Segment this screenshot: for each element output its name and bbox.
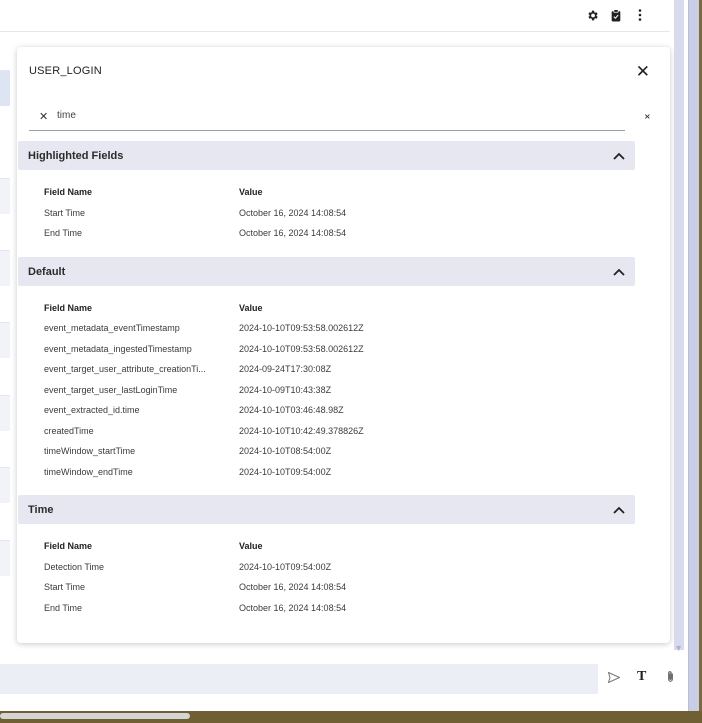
column-header-value: Value bbox=[239, 541, 263, 551]
value-cell: 2024-10-10T08:54:00Z bbox=[239, 446, 332, 456]
value-cell: October 16, 2024 14:08:54 bbox=[239, 582, 347, 592]
top-toolbar bbox=[0, 0, 670, 32]
text-format-icon[interactable]: T bbox=[637, 669, 646, 685]
chevron-up-icon[interactable] bbox=[613, 265, 625, 279]
send-icon[interactable] bbox=[607, 670, 621, 686]
value-cell: 2024-09-24T17:30:08Z bbox=[239, 364, 332, 374]
message-input[interactable] bbox=[0, 664, 598, 694]
list-item[interactable] bbox=[0, 322, 10, 358]
window-frame-right bbox=[688, 0, 702, 723]
field-name-cell: Start Time bbox=[44, 582, 86, 592]
vertical-scrollbar[interactable] bbox=[674, 0, 684, 650]
field-name-cell: event_extracted_id.time bbox=[44, 405, 140, 415]
value-cell: 2024-10-10T09:54:00Z bbox=[239, 467, 332, 477]
value-cell: 2024-10-10T09:54:00Z bbox=[239, 562, 332, 572]
column-header-field-name: Field Name bbox=[44, 303, 93, 313]
value-cell: 2024-10-10T10:42:49.378826Z bbox=[239, 426, 364, 436]
clear-icon[interactable]: ✕ bbox=[39, 110, 48, 123]
field-name-cell: timeWindow_startTime bbox=[44, 446, 136, 456]
horizontal-scrollbar[interactable] bbox=[0, 713, 190, 719]
value-cell: October 16, 2024 14:08:54 bbox=[239, 208, 347, 218]
value-cell: 2024-10-10T03:46:48.98Z bbox=[239, 405, 344, 415]
value-cell: 2024-10-10T09:53:58.002612Z bbox=[239, 344, 364, 354]
list-item[interactable] bbox=[0, 395, 10, 431]
section-header[interactable]: Default bbox=[18, 257, 635, 286]
composer-bar: T bbox=[0, 660, 688, 696]
section-highlighted-fields: Highlighted Fields bbox=[18, 141, 635, 170]
field-name-cell: event_target_user_lastLoginTime bbox=[44, 385, 178, 395]
field-name-cell: timeWindow_endTime bbox=[44, 467, 133, 477]
list-item[interactable] bbox=[0, 178, 10, 214]
section-default: Default bbox=[18, 257, 635, 286]
column-header-field-name: Field Name bbox=[44, 541, 93, 551]
section-title: Time bbox=[28, 503, 54, 516]
value-cell: October 16, 2024 14:08:54 bbox=[239, 228, 347, 238]
chevron-up-icon[interactable] bbox=[613, 503, 625, 517]
column-header-value: Value bbox=[239, 187, 263, 197]
section-time: Time bbox=[18, 495, 635, 524]
list-item[interactable] bbox=[0, 467, 10, 503]
panel-title: USER_LOGIN bbox=[29, 65, 102, 77]
clipboard-icon[interactable] bbox=[607, 6, 625, 24]
close-icon[interactable]: ✕ bbox=[636, 63, 650, 80]
value-cell: 2024-10-10T09:53:58.002612Z bbox=[239, 323, 364, 333]
scroll-down-arrow-icon[interactable]: ▼ bbox=[674, 643, 683, 653]
search-input[interactable] bbox=[57, 110, 597, 121]
field-name-cell: event_target_user_attribute_creationTi..… bbox=[44, 364, 206, 374]
paperclip-icon[interactable] bbox=[666, 670, 675, 686]
field-name-cell: Detection Time bbox=[44, 562, 105, 572]
chevron-up-icon[interactable] bbox=[613, 149, 625, 163]
column-header-value: Value bbox=[239, 303, 263, 313]
field-name-cell: End Time bbox=[44, 603, 83, 613]
list-item[interactable] bbox=[0, 540, 10, 576]
value-cell: 2024-10-09T10:43:38Z bbox=[239, 385, 332, 395]
field-name-cell: Start Time bbox=[44, 208, 86, 218]
section-title: Highlighted Fields bbox=[28, 149, 124, 162]
section-header[interactable]: Time bbox=[18, 495, 635, 524]
section-header[interactable]: Highlighted Fields bbox=[18, 141, 635, 170]
unfold-less-icon[interactable]: ⌄ ⌃ bbox=[643, 109, 652, 127]
gear-icon[interactable] bbox=[583, 6, 601, 24]
field-search: ✕ bbox=[29, 107, 625, 131]
section-title: Default bbox=[28, 265, 66, 278]
column-header-field-name: Field Name bbox=[44, 187, 93, 197]
list-item[interactable] bbox=[0, 70, 10, 106]
list-item[interactable] bbox=[0, 250, 10, 286]
field-name-cell: event_metadata_eventTimestamp bbox=[44, 323, 180, 333]
more-vert-icon[interactable] bbox=[631, 6, 649, 24]
value-cell: October 16, 2024 14:08:54 bbox=[239, 603, 347, 613]
field-name-cell: createdTime bbox=[44, 426, 94, 436]
field-name-cell: End Time bbox=[44, 228, 83, 238]
field-name-cell: event_metadata_ingestedTimestamp bbox=[44, 344, 192, 354]
